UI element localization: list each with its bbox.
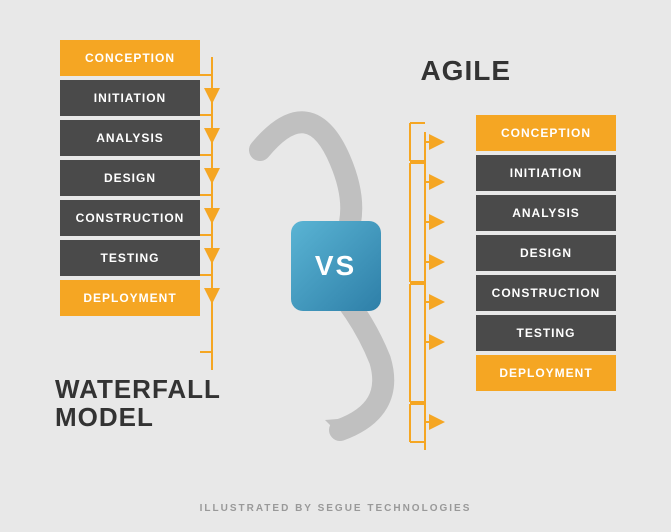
agile-step-4: CONSTRUCTION [476, 275, 616, 311]
waterfall-step-1: INITIATION [60, 80, 200, 116]
waterfall-step-2: ANALYSIS [60, 120, 200, 156]
agile-steps: CONCEPTION INITIATION ANALYSIS DESIGN CONSTR… [476, 115, 616, 391]
agile-step-3: DESIGN [476, 235, 616, 271]
vs-label: VS [315, 250, 356, 282]
waterfall-step-0: CONCEPTION [60, 40, 200, 76]
agile-title: AGILE [420, 55, 511, 87]
agile-step-6: DEPLOYMENT [476, 355, 616, 391]
waterfall-step-6: DEPLOYMENT [60, 280, 200, 316]
agile-step-1: INITIATION [476, 155, 616, 191]
waterfall-steps: CONCEPTION INITIATION ANALYSIS DESIGN CONSTR… [60, 40, 200, 316]
agile-step-0: CONCEPTION [476, 115, 616, 151]
waterfall-step-4: CONSTRUCTION [60, 200, 200, 236]
agile-step-2: ANALYSIS [476, 195, 616, 231]
footer: ILLUSTRATED BY SEGUE TECHNOLOGIES [0, 503, 671, 514]
waterfall-step-5: TESTING [60, 240, 200, 276]
waterfall-title: WATERFALLMODEL [55, 375, 221, 432]
vs-badge: VS [291, 221, 381, 311]
agile-step-5: TESTING [476, 315, 616, 351]
diagram: CONCEPTION INITIATION ANALYSIS DESIGN CONSTR… [0, 0, 671, 532]
waterfall-step-3: DESIGN [60, 160, 200, 196]
